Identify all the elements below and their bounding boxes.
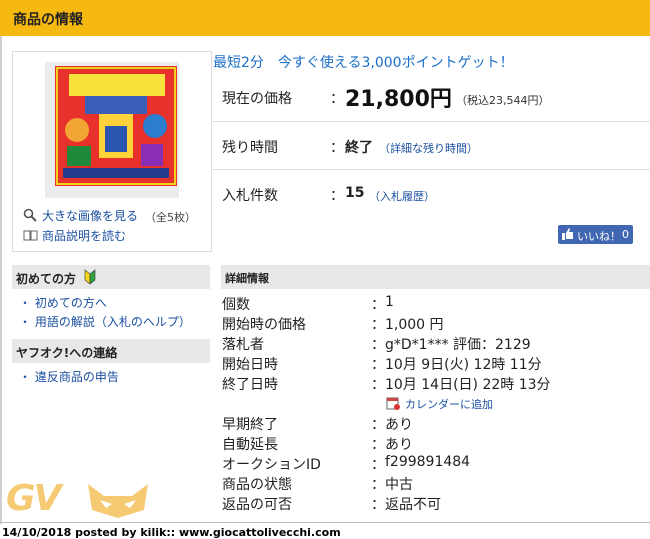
watermark-logo: GV xyxy=(6,478,156,522)
sidebar-item-label: 違反商品の申告 xyxy=(34,370,119,384)
remaining-colon: ： xyxy=(330,140,344,156)
detail-colon: ： xyxy=(371,477,385,493)
sidebar-item-label: 用語の解説（入札のヘルプ） xyxy=(34,315,191,329)
contact-heading: ヤフオク!への連絡 xyxy=(12,339,210,363)
sidebar-item-beginner-guide[interactable]: ・ 初めての方へ xyxy=(19,294,107,311)
price-label: 現在の価格 xyxy=(222,91,292,107)
like-count: 0 xyxy=(622,228,629,241)
add-to-calendar-link[interactable]: カレンダーに追加 xyxy=(405,396,493,412)
details-heading-label: 詳細情報 xyxy=(225,272,269,285)
detail-value-early-end: あり xyxy=(385,417,413,433)
divider xyxy=(213,169,650,170)
sidebar-item-label: 初めての方へ xyxy=(34,296,107,310)
detail-colon: ： xyxy=(371,417,385,433)
beginner-mark-icon xyxy=(84,269,96,288)
price-tax: （税込23,544円） xyxy=(456,94,550,107)
detail-label-quantity: 個数 xyxy=(222,297,250,313)
sidebar-item-glossary[interactable]: ・ 用語の解説（入札のヘルプ） xyxy=(19,313,191,330)
like-label: いいね！ xyxy=(577,230,621,243)
divider xyxy=(213,121,650,122)
detail-colon: ： xyxy=(371,497,385,513)
section-title: 商品の情報 xyxy=(13,12,83,28)
mask-icon xyxy=(88,484,148,518)
footer-divider xyxy=(0,522,650,523)
remaining-value: 終了 xyxy=(345,140,373,156)
footer-credit: 14/10/2018 posted by kilik:: www.giocatt… xyxy=(2,526,341,539)
points-promo-link[interactable]: 最短2分 今すぐ使える3,000ポイントゲット！ xyxy=(213,52,514,72)
detail-value-auction-id: f299891484 xyxy=(385,454,471,470)
detail-colon: ： xyxy=(371,357,385,373)
watermark-text: GV xyxy=(6,478,61,519)
detail-label-auction-id: オークションID xyxy=(222,457,321,473)
sidebar-item-report-violation[interactable]: ・ 違反商品の申告 xyxy=(19,368,119,385)
enlarge-image-link[interactable]: 大きな画像を見る xyxy=(42,207,138,224)
detail-colon: ： xyxy=(371,457,385,473)
detail-colon: ： xyxy=(371,297,385,313)
bids-label: 入札件数 xyxy=(222,188,278,204)
book-icon xyxy=(23,227,38,241)
search-icon xyxy=(23,207,37,222)
bid-history-link[interactable]: （入札履歴） xyxy=(369,188,435,204)
detail-label-start-date: 開始日時 xyxy=(222,357,278,373)
detail-label-auto-extend: 自動延長 xyxy=(222,437,278,453)
detail-value-start-date: 10月 9日(火) 12時 11分 xyxy=(385,357,542,373)
left-border xyxy=(0,36,2,524)
thumbs-up-icon xyxy=(562,228,574,243)
item-image-box: 大きな画像を見る （全5枚） 商品説明を読む xyxy=(12,51,212,252)
price-value: 21,800円 xyxy=(345,87,452,112)
beginner-heading-label: 初めての方 xyxy=(16,272,77,286)
detail-label-end-date: 終了日時 xyxy=(222,377,278,393)
bids-colon: ： xyxy=(330,188,344,204)
detail-colon: ： xyxy=(371,437,385,453)
contact-heading-label: ヤフオク!への連絡 xyxy=(16,346,118,360)
detail-label-winner: 落札者 xyxy=(222,337,264,353)
detail-value-auto-extend: あり xyxy=(385,437,413,453)
bids-value: 15 xyxy=(345,185,365,201)
detail-value-winner: g*D*1*** 評価：2129 xyxy=(385,337,531,353)
detail-label-early-end: 早期終了 xyxy=(222,417,278,433)
detail-colon: ： xyxy=(371,377,385,393)
read-description-link[interactable]: 商品説明を読む xyxy=(42,227,126,244)
item-thumbnail[interactable] xyxy=(55,66,177,186)
image-count: （全5枚） xyxy=(145,211,196,224)
details-heading: 詳細情報 xyxy=(221,265,650,289)
detail-label-returns: 返品の可否 xyxy=(222,497,292,513)
beginner-heading: 初めての方 xyxy=(12,265,210,289)
detail-value-quantity: 1 xyxy=(385,294,394,310)
price-colon: ： xyxy=(330,91,344,107)
like-button[interactable]: いいね！ 0 xyxy=(558,225,633,244)
detail-colon: ： xyxy=(371,337,385,353)
detail-label-start-price: 開始時の価格 xyxy=(222,317,306,333)
detail-colon: ： xyxy=(371,317,385,333)
detail-value-end-date: 10月 14日(日) 22時 13分 xyxy=(385,377,551,393)
detail-value-returns: 返品不可 xyxy=(385,497,441,513)
detail-value-start-price: 1,000 円 xyxy=(385,317,444,333)
section-header: 商品の情報 xyxy=(0,0,650,36)
remaining-detail-link[interactable]: （詳細な残り時間） xyxy=(379,140,478,156)
detail-value-condition: 中古 xyxy=(385,477,413,493)
remaining-label: 残り時間 xyxy=(222,140,278,156)
calendar-icon xyxy=(386,395,400,414)
detail-label-condition: 商品の状態 xyxy=(222,477,292,493)
